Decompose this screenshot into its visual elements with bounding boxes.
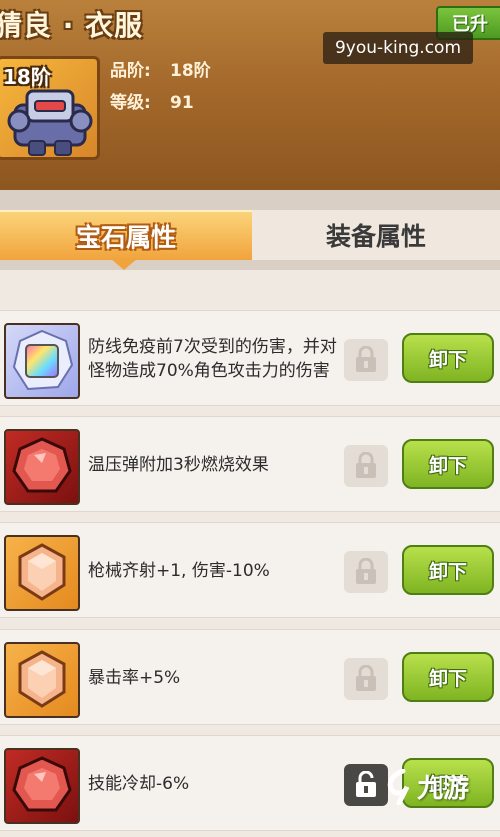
gem-row: 暴击率+5% 卸下 bbox=[0, 629, 500, 725]
unload-button[interactable]: 卸下 bbox=[402, 545, 494, 595]
lock-icon[interactable] bbox=[344, 551, 388, 593]
unload-button[interactable]: 卸下 bbox=[402, 439, 494, 489]
lock-icon[interactable] bbox=[344, 658, 388, 700]
logo-9you: 九游 bbox=[385, 768, 469, 805]
gem-description: 防线免疫前7次受到的伤害，并对怪物造成70%角色攻击力的伤害 bbox=[88, 337, 337, 381]
logo-text: 九游 bbox=[417, 774, 470, 804]
item-header: 猜良 · 衣服 已升 9you-king.com 18阶 品阶: 18阶 等级: 9… bbox=[0, 0, 500, 192]
watermark: 9you-king.com bbox=[323, 32, 473, 64]
lock-icon[interactable] bbox=[344, 339, 388, 381]
gem-row: 枪械齐射+1, 伤害-10% 卸下 bbox=[0, 522, 500, 618]
stat-level-value: 91 bbox=[170, 93, 194, 113]
tab-gem-attributes[interactable]: 宝石属性 bbox=[0, 210, 252, 260]
item-title: 猜良 · 衣服 bbox=[0, 9, 144, 42]
lock-icon[interactable] bbox=[344, 445, 388, 487]
stat-level-label: 等级: bbox=[110, 93, 151, 113]
logo-swirl-icon bbox=[387, 768, 410, 805]
unload-button[interactable]: 卸下 bbox=[402, 652, 494, 702]
item-icon-frame: 18阶 bbox=[0, 56, 100, 160]
stat-grade: 品阶: 18阶 bbox=[110, 56, 211, 81]
gem-row: 温压弹附加3秒燃烧效果 卸下 bbox=[0, 416, 500, 512]
stat-level: 等级: 91 bbox=[110, 88, 194, 113]
red-gem-icon[interactable] bbox=[4, 429, 80, 505]
gem-row: 防线免疫前7次受到的伤害，并对怪物造成70%角色攻击力的伤害 卸下 bbox=[0, 310, 500, 406]
unlock-icon[interactable] bbox=[344, 764, 388, 806]
stat-grade-value: 18阶 bbox=[170, 61, 211, 81]
unload-button[interactable]: 卸下 bbox=[402, 333, 494, 383]
rainbow-gem-icon[interactable] bbox=[4, 323, 80, 399]
orange-gem-icon[interactable] bbox=[4, 535, 80, 611]
gem-description: 技能冷却-6% bbox=[88, 774, 190, 794]
orange-gem-icon[interactable] bbox=[4, 642, 80, 718]
tab-pointer bbox=[110, 258, 138, 270]
red-gem-icon[interactable] bbox=[4, 748, 80, 824]
gem-description: 暴击率+5% bbox=[88, 668, 181, 688]
item-tier-label: 18阶 bbox=[3, 65, 51, 89]
gem-description: 温压弹附加3秒燃烧效果 bbox=[88, 455, 269, 475]
tab-equipment-attributes[interactable]: 装备属性 bbox=[252, 210, 500, 260]
stat-grade-label: 品阶: bbox=[110, 61, 151, 81]
gem-description: 枪械齐射+1, 伤害-10% bbox=[88, 561, 270, 581]
